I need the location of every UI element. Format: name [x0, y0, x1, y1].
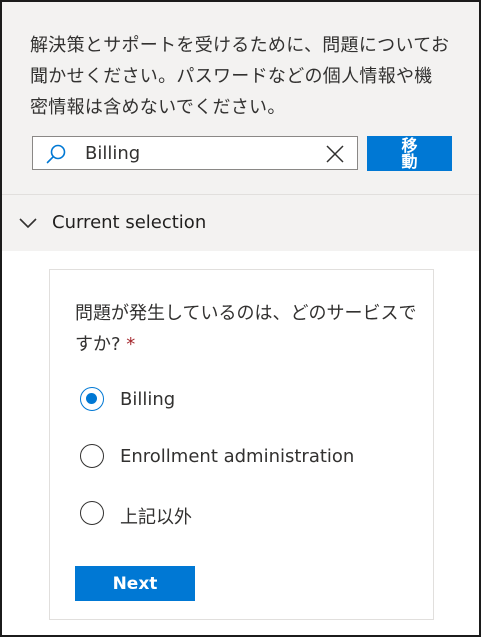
- close-icon[interactable]: [325, 144, 345, 164]
- intro-text: 解決策とサポートを受けるために、問題についてお聞かせください。パスワードなどの個…: [30, 35, 450, 118]
- search-icon: [46, 144, 66, 164]
- radio-button[interactable]: [80, 501, 104, 525]
- current-selection-header[interactable]: Current selection: [2, 195, 479, 251]
- go-button[interactable]: 移動: [367, 136, 452, 171]
- support-panel: 解決策とサポートを受けるために、問題についてお聞かせください。パスワードなどの個…: [0, 0, 481, 637]
- go-button-label: 移動: [401, 136, 418, 171]
- radio-label: Enrollment administration: [120, 446, 355, 467]
- next-button[interactable]: Next: [75, 566, 195, 601]
- question-text: 問題が発生しているのは、どのサービスですか? *: [75, 298, 420, 360]
- required-mark: *: [126, 334, 136, 355]
- chevron-down-icon[interactable]: [18, 213, 38, 233]
- search-input[interactable]: [85, 141, 305, 165]
- section-title: Current selection: [52, 212, 207, 233]
- service-question-card: 問題が発生しているのは、どのサービスですか? * Billing Enrollm…: [49, 269, 434, 620]
- search-box[interactable]: [32, 136, 358, 170]
- radio-button[interactable]: [80, 444, 104, 468]
- help-search-area: 解決策とサポートを受けるために、問題についてお聞かせください。パスワードなどの個…: [2, 2, 479, 194]
- radio-label: Billing: [120, 389, 176, 410]
- radio-label: 上記以外: [120, 507, 192, 528]
- radio-button[interactable]: [80, 387, 104, 411]
